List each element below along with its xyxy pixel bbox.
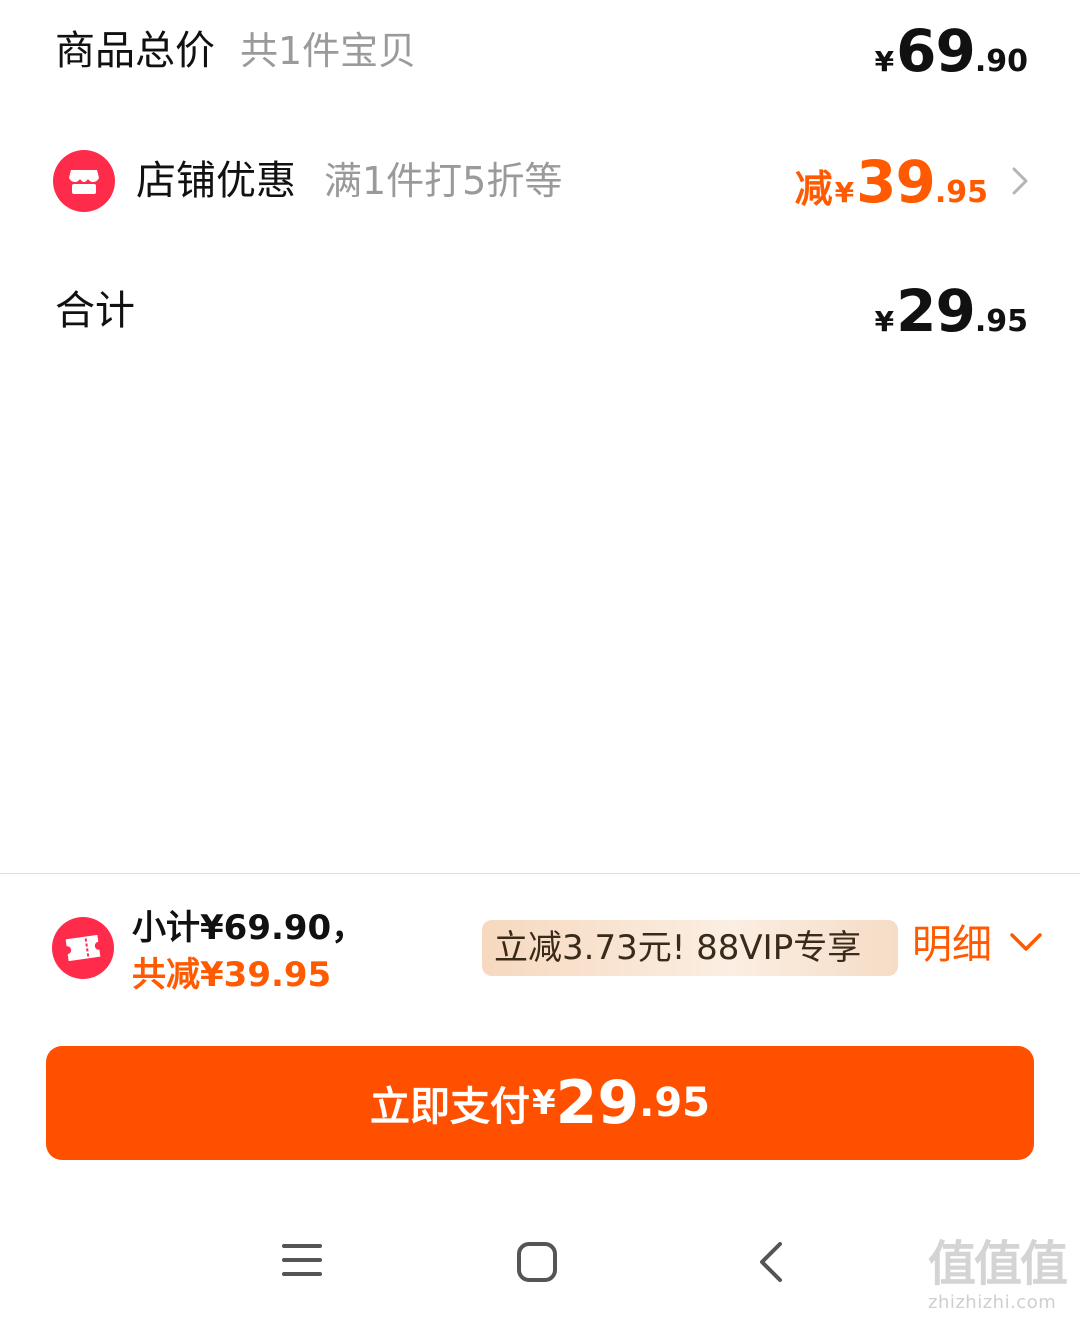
chevron-right-icon [1012,167,1028,195]
goods-total-label: 商品总价 [55,28,215,74]
currency-symbol: ¥ [834,176,855,209]
shop-discount-amount: 减 ¥ 39 .95 [795,153,988,211]
total-discount-text: 共减¥39.95 [132,955,332,995]
price-integer: 29 [555,1068,640,1138]
back-icon[interactable] [756,1240,786,1284]
coupon-icon [52,917,114,979]
shop-discount-label: 店铺优惠 [136,158,296,204]
shop-icon [53,150,115,212]
price-decimal: .90 [974,44,1028,79]
system-nav-bar [0,1200,1080,1324]
shop-discount-row[interactable]: 店铺优惠 满1件打5折等 减 ¥ 39 .95 [0,140,1080,220]
price-integer: 69 [896,17,976,85]
price-decimal: .95 [639,1080,711,1126]
vip-promo-badge: 立减3.73元! 88VIP专享 [482,920,898,976]
currency-symbol: ¥ [874,45,895,78]
price-integer: 29 [896,277,976,345]
shop-discount-desc: 满1件打5折等 [324,159,563,203]
total-label: 合计 [55,288,135,334]
watermark-url: zhizhizhi.com [928,1292,1057,1313]
goods-total-price: ¥ 69 .90 [875,22,1028,80]
price-decimal: .95 [934,175,988,210]
goods-count-text: 共1件宝贝 [240,29,417,73]
divider [0,873,1080,874]
detail-toggle[interactable]: 明细 [912,925,992,965]
home-icon[interactable] [515,1240,559,1284]
subtotal-text: 小计¥69.90， [132,908,366,948]
currency-symbol: ¥ [531,1083,556,1123]
price-decimal: .95 [974,304,1028,339]
chevron-down-icon[interactable] [1008,930,1044,954]
menu-icon[interactable] [280,1240,324,1280]
pay-button-label: 立即支付 [369,1084,530,1130]
price-integer: 39 [856,148,936,216]
discount-prefix: 减 [794,167,833,211]
watermark-logo: 值值值 [928,1236,1068,1292]
pay-now-button[interactable]: 立即支付 ¥ 29 .95 [46,1046,1034,1160]
total-price: ¥ 29 .95 [875,282,1028,340]
watermark: 值值值 zhizhizhi.com [928,1240,1078,1312]
currency-symbol: ¥ [874,305,895,338]
